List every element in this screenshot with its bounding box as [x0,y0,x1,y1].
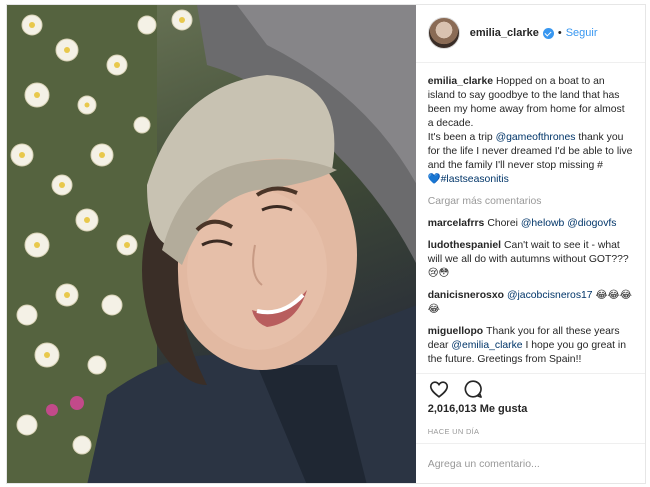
add-comment-input[interactable] [427,457,633,470]
follow-button[interactable]: Seguir [566,27,598,39]
post-sidebar: emilia_clarke • Seguir emilia_clarke Hopp… [415,5,645,483]
caption-text: It's been a trip [427,131,496,143]
caption: emilia_clarke Hopped on a boat to an isla… [428,75,633,187]
comment-username[interactable]: danicisnerosxo [428,290,504,301]
action-bar [415,373,645,403]
comment-username[interactable]: marcelafrrs [428,218,485,229]
avatar[interactable] [427,17,460,50]
comment-mention[interactable]: @emilia_clarke [451,340,522,351]
comment-item: marcelafrrs Chorei @helowb @diogovfs [428,217,633,231]
caption-mention[interactable]: @gameofthrones [496,132,576,143]
add-comment-bar [415,443,645,483]
heart-icon[interactable] [428,378,450,400]
comment-username[interactable]: ludothespaniel [428,240,501,251]
post-timestamp[interactable]: HACE UN DÍA [416,421,645,443]
post-photo[interactable] [7,5,416,483]
caption-hashtag[interactable]: 💙#lastseasonitis [428,174,509,185]
comment-mention[interactable]: @diogovfs [567,218,616,229]
instagram-post: emilia_clarke • Seguir emilia_clarke Hopp… [6,4,646,484]
comment-item: danicisnerosxo @jacobcisneros17 😂😂😂😂 [428,289,633,317]
comment-bubble-icon[interactable] [462,378,484,400]
verified-badge-icon [542,27,554,39]
comments-section: emilia_clarke Hopped on a boat to an isla… [416,63,645,374]
comment-mention[interactable]: @helowb [521,218,564,229]
comment-item: ludothespaniel Can't wait to see it - wha… [428,239,633,281]
header-username[interactable]: emilia_clarke [470,27,539,39]
comment-mention[interactable]: @jacobcisneros17 [507,290,593,301]
comment-username[interactable]: miguellopo [428,326,483,337]
selfie-image [7,5,416,483]
caption-username[interactable]: emilia_clarke [428,76,493,87]
likes-count[interactable]: 2,016,013 Me gusta [416,403,645,421]
separator-dot: • [557,27,562,40]
post-header: emilia_clarke • Seguir [415,5,645,63]
comment-item: miguellopo Thank you for all these years … [428,325,633,367]
load-more-comments-button[interactable]: Cargar más comentarios [428,195,633,209]
comment-text: Chorei [487,217,521,229]
